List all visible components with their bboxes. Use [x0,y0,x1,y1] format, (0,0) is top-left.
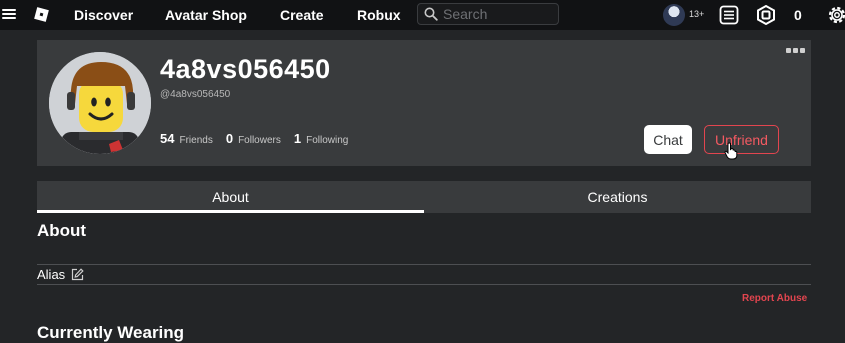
currently-wearing-heading: Currently Wearing [37,323,185,342]
following-stat[interactable]: 1 Following [294,131,348,146]
nav-link-discover[interactable]: Discover [74,7,133,23]
tab-about[interactable]: About [37,181,424,213]
profile-display-name: 4a8vs056450 [160,54,331,84]
edit-icon[interactable] [71,268,84,281]
about-divider-top [37,264,811,265]
nav-link-create[interactable]: Create [280,7,324,23]
friends-label: Friends [179,135,213,146]
friends-stat[interactable]: 54 Friends [160,131,213,146]
tab-creations[interactable]: Creations [424,181,811,213]
profile-username: @4a8vs056450 [160,89,231,100]
profile-avatar[interactable] [49,52,151,154]
profile-stats: 54 Friends 0 Followers 1 Following [160,131,361,146]
settings-gear-icon[interactable] [826,4,845,26]
report-abuse-link[interactable]: Report Abuse [742,293,807,304]
friends-count: 54 [160,131,175,146]
alias-label: Alias [37,267,66,282]
hand-cursor-icon [724,142,738,160]
about-heading: About [37,221,87,240]
following-label: Following [306,135,349,146]
about-divider-bottom [37,284,811,285]
followers-label: Followers [238,135,281,146]
more-options-icon[interactable] [786,48,805,53]
roblox-logo-icon[interactable] [33,6,50,23]
nav-link-avatar-shop[interactable]: Avatar Shop [165,7,247,23]
age-badge: 13+ [689,9,705,19]
nav-link-robux[interactable]: Robux [357,7,401,23]
search-input[interactable] [443,6,553,22]
chat-list-icon[interactable] [719,5,739,25]
profile-tabs: About Creations [37,181,811,213]
top-nav-bar: Discover Avatar Shop Create Robux 13+ 0 [0,0,845,30]
followers-stat[interactable]: 0 Followers [226,131,281,146]
unfriend-button[interactable]: Unfriend [704,125,779,154]
followers-count: 0 [225,131,234,146]
following-count: 1 [293,131,302,146]
hamburger-menu-icon[interactable] [2,7,16,21]
search-icon [424,7,438,21]
profile-header-card: 4a8vs056450 @4a8vs056450 54 Friends 0 Fo… [37,40,811,166]
search-box[interactable] [417,3,559,25]
robux-icon[interactable] [756,5,776,25]
robux-balance: 0 [794,7,802,23]
chat-button[interactable]: Chat [644,125,692,154]
alias-row: Alias [37,267,84,282]
user-avatar-thumbnail[interactable] [663,4,685,26]
